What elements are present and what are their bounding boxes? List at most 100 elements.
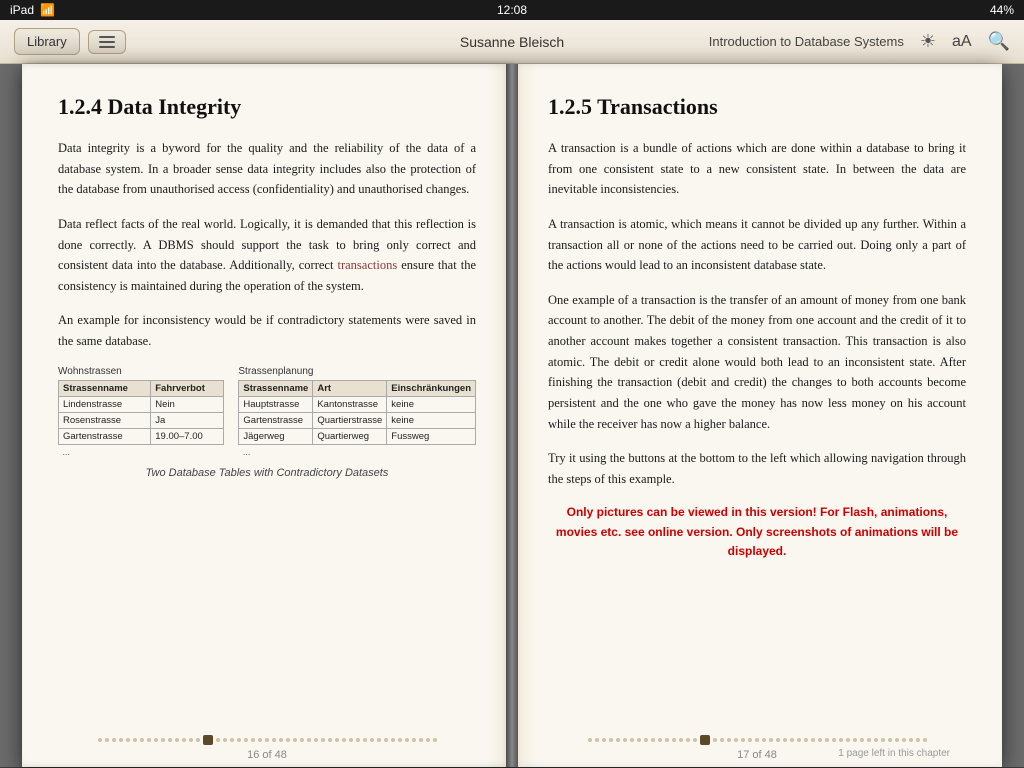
progress-dot	[609, 738, 613, 742]
right-para2: A transaction is atomic, which means it …	[548, 214, 966, 276]
progress-dot	[790, 738, 794, 742]
table-row: GartenstrasseQuartierstrassekeine	[239, 412, 476, 428]
library-button[interactable]: Library	[14, 28, 80, 55]
wifi-icon: 📶	[40, 3, 55, 17]
right-section-title: 1.2.5 Transactions	[548, 94, 966, 120]
font-size-icon[interactable]: aA	[952, 33, 972, 51]
table2-wrapper: Strassenplanung Strassenname Art Einschr…	[238, 366, 476, 459]
progress-dot	[700, 735, 710, 745]
right-page-number: 17 of 48	[737, 749, 777, 761]
progress-dot	[686, 738, 690, 742]
table1-wrapper: Wohnstrassen Strassenname Fahrverbot Lin…	[58, 366, 224, 459]
progress-dot	[874, 738, 878, 742]
progress-dot	[713, 738, 717, 742]
progress-dot	[126, 738, 130, 742]
table2-col1-header: Strassenname	[239, 380, 313, 396]
left-page-content: 1.2.4 Data Integrity Data integrity is a…	[58, 94, 476, 732]
status-time: 12:08	[497, 3, 527, 17]
left-para3: An example for inconsistency would be if…	[58, 310, 476, 351]
progress-dot	[825, 738, 829, 742]
progress-dot	[258, 738, 262, 742]
progress-dot	[734, 738, 738, 742]
right-page-footer: 17 of 48 1 page left in this chapter	[548, 732, 966, 767]
progress-dot	[168, 738, 172, 742]
book-outer: 1.2.4 Data Integrity Data integrity is a…	[22, 64, 1002, 767]
progress-dot	[307, 738, 311, 742]
progress-dot	[602, 738, 606, 742]
progress-dot	[161, 738, 165, 742]
progress-dot	[216, 738, 220, 742]
progress-dot	[405, 738, 409, 742]
progress-dot	[804, 738, 808, 742]
progress-dot	[630, 738, 634, 742]
progress-dot	[818, 738, 822, 742]
progress-dot	[384, 738, 388, 742]
table2-col2-header: Art	[313, 380, 387, 396]
table-row: Gartenstrasse19.00–7.00	[59, 428, 224, 444]
right-page-extra: 1 page left in this chapter	[838, 748, 950, 759]
progress-dot	[112, 738, 116, 742]
progress-dot	[98, 738, 102, 742]
progress-dot	[342, 738, 346, 742]
progress-dot	[762, 738, 766, 742]
toolbar: Library Susanne Bleisch Introduction to …	[0, 20, 1024, 64]
progress-dot	[623, 738, 627, 742]
progress-dot	[672, 738, 676, 742]
progress-dot	[832, 738, 836, 742]
progress-dot	[644, 738, 648, 742]
tables-container: Wohnstrassen Strassenname Fahrverbot Lin…	[58, 366, 476, 459]
progress-dot	[286, 738, 290, 742]
progress-dot	[846, 738, 850, 742]
progress-dot	[230, 738, 234, 742]
right-page-content: 1.2.5 Transactions A transaction is a bu…	[548, 94, 966, 732]
book-spine	[506, 64, 518, 767]
toolbar-right: Introduction to Database Systems ☀ aA 🔍	[709, 31, 1010, 52]
toc-button[interactable]	[88, 30, 126, 54]
progress-dot	[105, 738, 109, 742]
progress-dot	[916, 738, 920, 742]
table-row-more: ...	[239, 444, 476, 459]
progress-dot	[265, 738, 269, 742]
progress-dot	[679, 738, 683, 742]
table-row: RosenstrasseJa	[59, 412, 224, 428]
table-row-more: ...	[59, 444, 224, 459]
progress-dot	[426, 738, 430, 742]
progress-dot	[811, 738, 815, 742]
search-icon[interactable]: 🔍	[988, 31, 1010, 52]
progress-dot	[741, 738, 745, 742]
progress-dot	[658, 738, 662, 742]
progress-dot	[251, 738, 255, 742]
progress-dot	[133, 738, 137, 742]
progress-dot	[888, 738, 892, 742]
brightness-icon[interactable]: ☀	[920, 31, 936, 52]
progress-dot	[867, 738, 871, 742]
progress-dot	[189, 738, 193, 742]
progress-dot	[398, 738, 402, 742]
progress-dot	[909, 738, 913, 742]
progress-dot	[356, 738, 360, 742]
progress-dot	[595, 738, 599, 742]
author-name: Susanne Bleisch	[460, 34, 564, 50]
progress-dot	[147, 738, 151, 742]
progress-dot	[391, 738, 395, 742]
progress-dot	[140, 738, 144, 742]
status-right: 44%	[990, 3, 1014, 17]
progress-dot	[588, 738, 592, 742]
transactions-link[interactable]: transactions	[338, 258, 398, 272]
notice-text: Only pictures can be viewed in this vers…	[548, 503, 966, 561]
progress-dot	[412, 738, 416, 742]
progress-dot	[895, 738, 899, 742]
right-para1: A transaction is a bundle of actions whi…	[548, 138, 966, 200]
right-para3: One example of a transaction is the tran…	[548, 290, 966, 434]
progress-dot	[637, 738, 641, 742]
progress-dot	[237, 738, 241, 742]
progress-dot	[363, 738, 367, 742]
progress-dot	[223, 738, 227, 742]
progress-dot	[349, 738, 353, 742]
status-bar: iPad 📶 12:08 44%	[0, 0, 1024, 20]
status-left: iPad 📶	[10, 3, 55, 17]
battery-label: 44%	[990, 3, 1014, 17]
left-page-dots	[58, 735, 476, 745]
progress-dot	[748, 738, 752, 742]
left-section-title: 1.2.4 Data Integrity	[58, 94, 476, 120]
